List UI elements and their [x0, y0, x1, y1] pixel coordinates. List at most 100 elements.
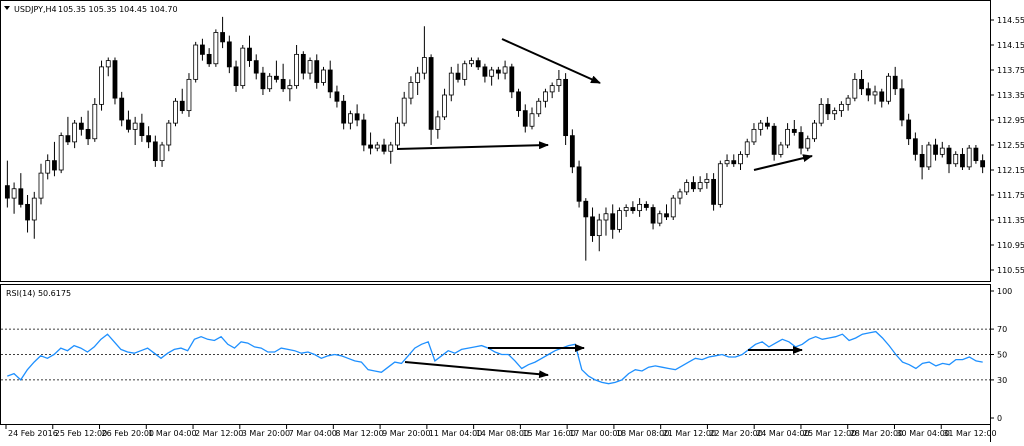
- candle: [395, 116, 400, 149]
- price-tick-label: 111.35: [997, 216, 1024, 225]
- candle: [623, 204, 629, 217]
- candle: [119, 91, 125, 127]
- candle-body-bull: [408, 82, 414, 99]
- candle-body-bear: [946, 147, 952, 165]
- chart-canvas[interactable]: USDJPY,H4 105.35 105.35 104.45 104.70 RS…: [0, 0, 1024, 442]
- candle: [536, 98, 542, 117]
- candle: [724, 154, 730, 167]
- candle: [85, 110, 91, 145]
- candle-body-bear: [509, 66, 515, 93]
- candle: [280, 63, 286, 92]
- candle: [354, 104, 360, 127]
- candle: [670, 195, 676, 220]
- candle: [643, 201, 649, 211]
- candle: [482, 63, 488, 83]
- time-x-axis: 24 Feb 201625 Feb 12:0026 Feb 20:001 Mar…: [5, 425, 997, 438]
- candle-body-bull: [529, 113, 535, 127]
- candle-body-bear: [280, 78, 286, 90]
- candle-body-bull: [939, 147, 945, 155]
- candle: [832, 107, 838, 120]
- x-tick-label: 9 Mar 20:00: [382, 429, 430, 438]
- candle-body-bull: [99, 66, 104, 105]
- candle: [381, 138, 387, 155]
- rsi-tick-label: 0: [997, 414, 1002, 423]
- candle-body-bull: [549, 85, 555, 93]
- candle: [126, 110, 131, 133]
- candle-body-bull: [617, 210, 622, 230]
- candle-body-bear: [610, 213, 616, 230]
- candle: [31, 191, 37, 239]
- candle-body-bear: [899, 88, 905, 121]
- candle: [859, 70, 864, 95]
- candle: [146, 126, 152, 149]
- candle: [58, 132, 64, 174]
- candle: [368, 132, 373, 155]
- x-tick-label: 25 Feb 12:00: [55, 429, 107, 438]
- candle-body-bull: [388, 144, 394, 152]
- candle-body-bear: [711, 178, 716, 205]
- candle-body-bull: [45, 160, 51, 174]
- candle: [72, 120, 78, 149]
- candle-body-bear: [798, 132, 804, 149]
- rsi-series-line: [7, 330, 983, 385]
- candle-body-bear: [731, 160, 737, 165]
- candle: [421, 26, 427, 80]
- candle: [919, 145, 925, 180]
- candle-body-bear: [428, 57, 434, 130]
- candle-body-bear: [253, 60, 259, 74]
- candle-body-bull: [670, 197, 676, 218]
- candle-body-bull: [374, 144, 380, 149]
- candle: [825, 98, 831, 120]
- candle: [341, 95, 347, 130]
- candle-body-bull: [543, 91, 548, 102]
- dropdown-triangle-icon[interactable]: [4, 6, 10, 10]
- candle: [596, 213, 602, 252]
- candle-body-bull: [395, 122, 400, 146]
- candle: [502, 60, 508, 80]
- candle: [738, 151, 743, 170]
- candle: [52, 141, 57, 177]
- price-tick-label: 113.35: [997, 91, 1024, 100]
- candle-body-bull: [72, 122, 78, 143]
- x-tick-label: 8 Mar 12:00: [335, 429, 383, 438]
- x-tick-label: 7 Mar 04:00: [289, 429, 337, 438]
- candle-body-bull: [845, 97, 851, 105]
- price-tick-label: 110.55: [997, 266, 1024, 275]
- candle: [99, 60, 104, 111]
- candle: [697, 176, 703, 192]
- candle-body-bear: [771, 125, 777, 155]
- rsi-tick-label: 70: [997, 325, 1007, 334]
- candle-body-bull: [469, 60, 474, 65]
- x-tick-label: 11 Mar 04:00: [429, 429, 482, 438]
- candle-body-bull: [435, 116, 441, 130]
- candle-body-bear: [381, 144, 387, 152]
- candle-body-bull: [166, 122, 172, 146]
- candle: [415, 66, 421, 95]
- candle: [677, 188, 683, 205]
- candle-body-bull: [536, 100, 542, 115]
- candle-body-bear: [576, 166, 582, 202]
- x-tick-label: 21 Mar 12:00: [663, 429, 716, 438]
- candle-body-bull: [11, 188, 17, 199]
- x-tick-label: 22 Mar 20:00: [709, 429, 762, 438]
- candle: [469, 57, 474, 67]
- arrow-up-trend-price-2: [753, 154, 813, 171]
- candle: [805, 135, 811, 152]
- candle-body-bear: [516, 91, 521, 112]
- candle: [865, 82, 871, 102]
- candle-body-bear: [226, 41, 232, 68]
- candle-body-bull: [159, 144, 165, 162]
- candle-body-bear: [650, 207, 656, 224]
- candle: [274, 60, 279, 83]
- candle: [711, 173, 716, 211]
- candle-body-bull: [778, 144, 784, 155]
- candle: [327, 60, 333, 99]
- candle-body-bear: [327, 69, 333, 93]
- candle-body-bull: [596, 219, 602, 237]
- candle-body-bear: [247, 47, 252, 62]
- candle: [462, 60, 468, 86]
- price-tick-label: 114.55: [997, 16, 1024, 25]
- candle-body-bull: [58, 135, 64, 171]
- candle-body-bull: [321, 69, 326, 83]
- candle: [637, 198, 643, 217]
